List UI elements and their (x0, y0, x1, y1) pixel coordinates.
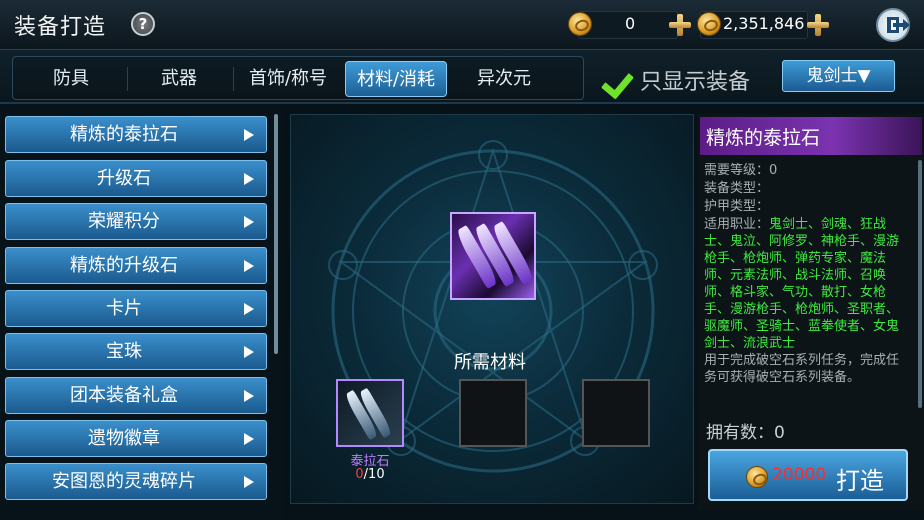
category-item[interactable]: 卡片 (5, 290, 267, 327)
category-item[interactable]: 精炼的泰拉石 (5, 116, 267, 153)
gold-coin-icon (746, 466, 768, 488)
owned-count: 拥有数：0 (706, 423, 785, 443)
category-label: 宝珠 (106, 341, 142, 362)
material-slot[interactable] (336, 379, 404, 447)
category-label: 卡片 (106, 298, 142, 319)
category-item[interactable]: 精炼的升级石 (5, 247, 267, 284)
item-name: 精炼的泰拉石 (706, 127, 821, 149)
craft-cost: 20000 (772, 465, 827, 485)
item-name-header: 精炼的泰拉石 (700, 117, 922, 155)
arrow-right-icon (244, 129, 254, 141)
tab-weapon[interactable]: 武器 (129, 61, 229, 97)
exit-icon[interactable] (876, 8, 910, 42)
arrow-right-icon (244, 173, 254, 185)
armor-type: 护甲类型： (704, 199, 770, 214)
currency1-value: 0 (625, 14, 636, 33)
tab-material-consumable[interactable]: 材料/消耗 (345, 61, 447, 97)
material-have: 0 (355, 467, 364, 482)
category-label: 精炼的升级石 (70, 255, 178, 276)
jobs-prefix: 适用职业： (704, 217, 770, 232)
category-item[interactable]: 升级石 (5, 160, 267, 197)
arrow-right-icon (244, 260, 254, 272)
detail-scrollbar[interactable] (918, 160, 922, 408)
category-label: 安图恩的灵魂碎片 (52, 471, 196, 492)
category-label: 团本装备礼盒 (70, 385, 178, 406)
category-item[interactable]: 荣耀积分 (5, 203, 267, 240)
arrow-right-icon (244, 216, 254, 228)
only-show-equipment-toggle[interactable]: 只显示装备 (640, 64, 750, 96)
page-title: 装备打造 (14, 15, 107, 40)
help-icon[interactable]: ? (131, 12, 155, 36)
material-slot-empty (582, 379, 650, 447)
craft-label: 打造 (836, 467, 884, 495)
required-materials-label: 所需材料 (454, 352, 526, 373)
checkmark-icon[interactable] (602, 66, 632, 96)
applicable-jobs: 适用职业：鬼剑士、剑魂、狂战士、鬼泣、阿修罗、神枪手、漫游枪手、枪炮师、弹药专家… (704, 216, 910, 352)
jobs-list: 鬼剑士、剑魂、狂战士、鬼泣、阿修罗、神枪手、漫游枪手、枪炮师、弹药专家、魔法师、… (704, 217, 900, 351)
tab-divider (127, 67, 128, 91)
category-label: 荣耀积分 (88, 211, 160, 232)
material-need: /10 (363, 467, 385, 482)
arrow-right-icon (244, 346, 254, 358)
gold-coin-icon (568, 12, 592, 36)
category-label: 遗物徽章 (88, 428, 160, 449)
arrow-right-icon (244, 476, 254, 488)
required-level: 需要等级：0 (704, 163, 778, 178)
top-bar: 装备打造 ? 0 2,351,846 (0, 0, 924, 50)
category-item[interactable]: 遗物徽章 (5, 420, 267, 457)
item-description: 用于完成破空石系列任务，完成任务可获得破空石系列装备。 (704, 353, 900, 385)
add-currency2-button[interactable] (807, 14, 829, 36)
equip-type: 装备类型： (704, 181, 770, 196)
category-item[interactable]: 团本装备礼盒 (5, 377, 267, 414)
category-label: 精炼的泰拉石 (70, 124, 178, 145)
class-select[interactable]: 鬼剑士▼ (782, 60, 895, 92)
currency2-value: 2,351,846 (723, 14, 805, 33)
category-scrollbar[interactable] (274, 114, 278, 354)
target-item-slot[interactable] (450, 212, 536, 300)
craft-button[interactable]: 20000 打造 (708, 449, 908, 501)
arrow-right-icon (244, 433, 254, 445)
tab-divider (233, 67, 234, 91)
arrow-icon-part (893, 19, 910, 31)
category-item[interactable]: 宝珠 (5, 333, 267, 370)
tab-dimension[interactable]: 异次元 (453, 61, 555, 97)
tab-accessory-title[interactable]: 首饰/称号 (235, 61, 341, 97)
material-count: 0/10 (336, 467, 404, 482)
arrow-right-icon (244, 390, 254, 402)
arrow-right-icon (244, 303, 254, 315)
category-item[interactable]: 安图恩的灵魂碎片 (5, 463, 267, 500)
tab-armor[interactable]: 防具 (19, 61, 123, 97)
gold-coin-lock-icon (697, 12, 721, 36)
add-currency1-button[interactable] (669, 14, 691, 36)
material-slot-empty (459, 379, 527, 447)
category-label: 升级石 (97, 168, 151, 189)
tab-group: 防具 武器 首饰/称号 材料/消耗 异次元 (12, 56, 584, 100)
